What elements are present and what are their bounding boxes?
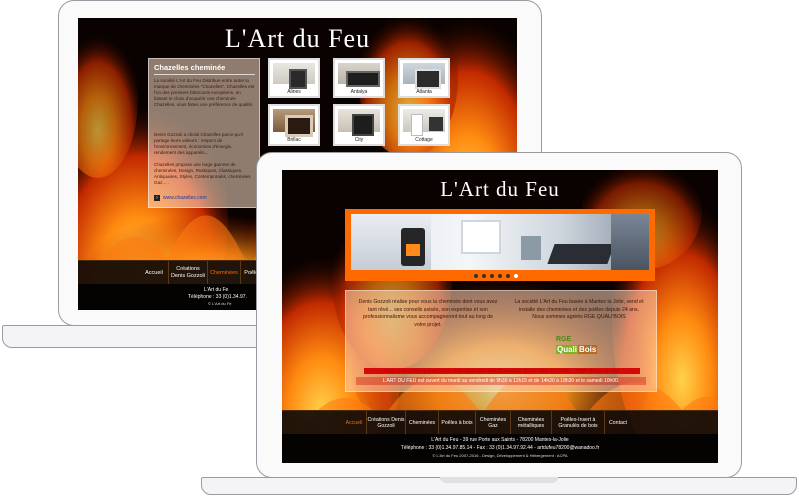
content-panel: Denis Gozzoli réalise pour vous la chemi… (345, 290, 657, 392)
product-caption: Antalya (350, 89, 368, 95)
nav-creations[interactable]: Créations Denis Gozzoli (367, 411, 406, 435)
footer-address: L'Art du Feu - 39 rue Porte aux Saints -… (431, 437, 569, 443)
slider-dot[interactable] (514, 273, 518, 278)
slider-dots (458, 272, 534, 279)
product-thumb-city[interactable]: City (333, 104, 385, 146)
footer-copyright: © L'Art du Feu 2007-2016 - Design, Dével… (432, 453, 568, 458)
nav-poeles-insert-granules[interactable]: Poêles-Insert à Granulés de bois (552, 411, 605, 435)
back-site-logo[interactable]: L'Art du Feu (78, 24, 517, 54)
footer-contact[interactable]: Téléphone : 33 (0)1.34.97.85.14 - Fax : … (282, 445, 718, 451)
back-footer-phone: Téléphone : 33 (0)1.34.97. (188, 294, 247, 300)
product-thumb-cottage[interactable]: Cottage (398, 104, 450, 146)
slider-dot[interactable] (498, 273, 502, 278)
badge-quali: Quali (556, 345, 579, 354)
front-site-screen: L'Art du Feu Denis Gozzoli réalise pour … (282, 170, 718, 463)
front-footer: L'Art du Feu - 39 rue Porte aux Saints -… (282, 434, 718, 463)
slider-dot[interactable] (506, 273, 510, 278)
product-photo (403, 109, 445, 136)
product-caption: City (354, 137, 364, 143)
slider-dot[interactable] (482, 273, 486, 278)
nav-contact[interactable]: Contact (605, 411, 631, 435)
back-footer-address: L'Art du Fe (204, 287, 229, 293)
link-arrow-icon: › (154, 195, 160, 201)
product-photo (403, 63, 445, 89)
product-photo (338, 63, 380, 87)
intro-text-left: Denis Gozzoli réalise pour vous la chemi… (358, 299, 498, 328)
hero-slide-image (351, 214, 649, 270)
product-caption: Alines (287, 89, 301, 95)
product-caption: Brillac (287, 137, 301, 143)
front-laptop-notch (440, 477, 558, 483)
product-caption: Cottage (415, 137, 433, 143)
product-caption: Atlanta (416, 89, 432, 95)
product-photo (273, 63, 315, 89)
nav-cheminees-gaz[interactable]: Cheminées Gaz (476, 411, 511, 435)
badge-rge: RGE (556, 336, 572, 343)
badge-bois: Bois (578, 345, 598, 354)
front-site-logo[interactable]: L'Art du Feu (282, 177, 718, 202)
slider-dot[interactable] (474, 273, 478, 278)
nav-cheminees-metalliques[interactable]: Cheminées métalliques (511, 411, 552, 435)
product-thumb-brillac[interactable]: Brillac (268, 104, 320, 146)
back-nav-accueil[interactable]: Accueil (140, 261, 169, 285)
visit-red-banner: Nous vous invitons à nous rendre visite … (364, 368, 640, 374)
back-panel-text-1: La société L'Art du Feu Distribue entre … (154, 78, 255, 107)
back-panel-text-2: Denis Gozzoli a choisi Chazelles parce q… (154, 132, 243, 155)
product-photo (338, 109, 380, 136)
slider-dot[interactable] (490, 273, 494, 278)
front-main-nav: Accueil Créations Denis Gozzoli Cheminée… (282, 410, 718, 435)
nav-poeles-bois[interactable]: Poêles à bois (439, 411, 476, 435)
back-panel-text-3: Chazelles propose une large gamme de che… (154, 162, 251, 185)
nav-cheminees[interactable]: Cheminées (406, 411, 439, 435)
back-panel-link-row[interactable]: › www.chazelles.com (154, 195, 207, 201)
back-panel-link[interactable]: www.chazelles.com (163, 195, 207, 201)
rge-qualibois-badge[interactable]: RGE Quali Bois (556, 336, 598, 360)
intro-text-right: La société L'Art du Feu basée à Mantes l… (514, 299, 644, 321)
back-nav-creations[interactable]: Créations Denis Gozzoli (169, 261, 208, 285)
nav-accueil[interactable]: Accueil (342, 411, 367, 435)
product-photo (273, 109, 315, 137)
back-info-panel: Chazelles cheminée La société L'Art du F… (148, 58, 260, 208)
hero-slider (345, 209, 655, 281)
opening-hours: L'ART DU FEU est ouvert du mardi au vend… (356, 377, 646, 385)
product-thumb-antalya[interactable]: Antalya (333, 58, 385, 98)
back-nav-cheminees[interactable]: Cheminées (208, 261, 241, 285)
back-panel-title: Chazelles cheminée (154, 63, 255, 75)
product-thumb-atlanta[interactable]: Atlanta (398, 58, 450, 98)
product-thumb-alines[interactable]: Alines (268, 58, 320, 98)
back-footer-copyright: © L'Art du Fe (208, 301, 232, 306)
